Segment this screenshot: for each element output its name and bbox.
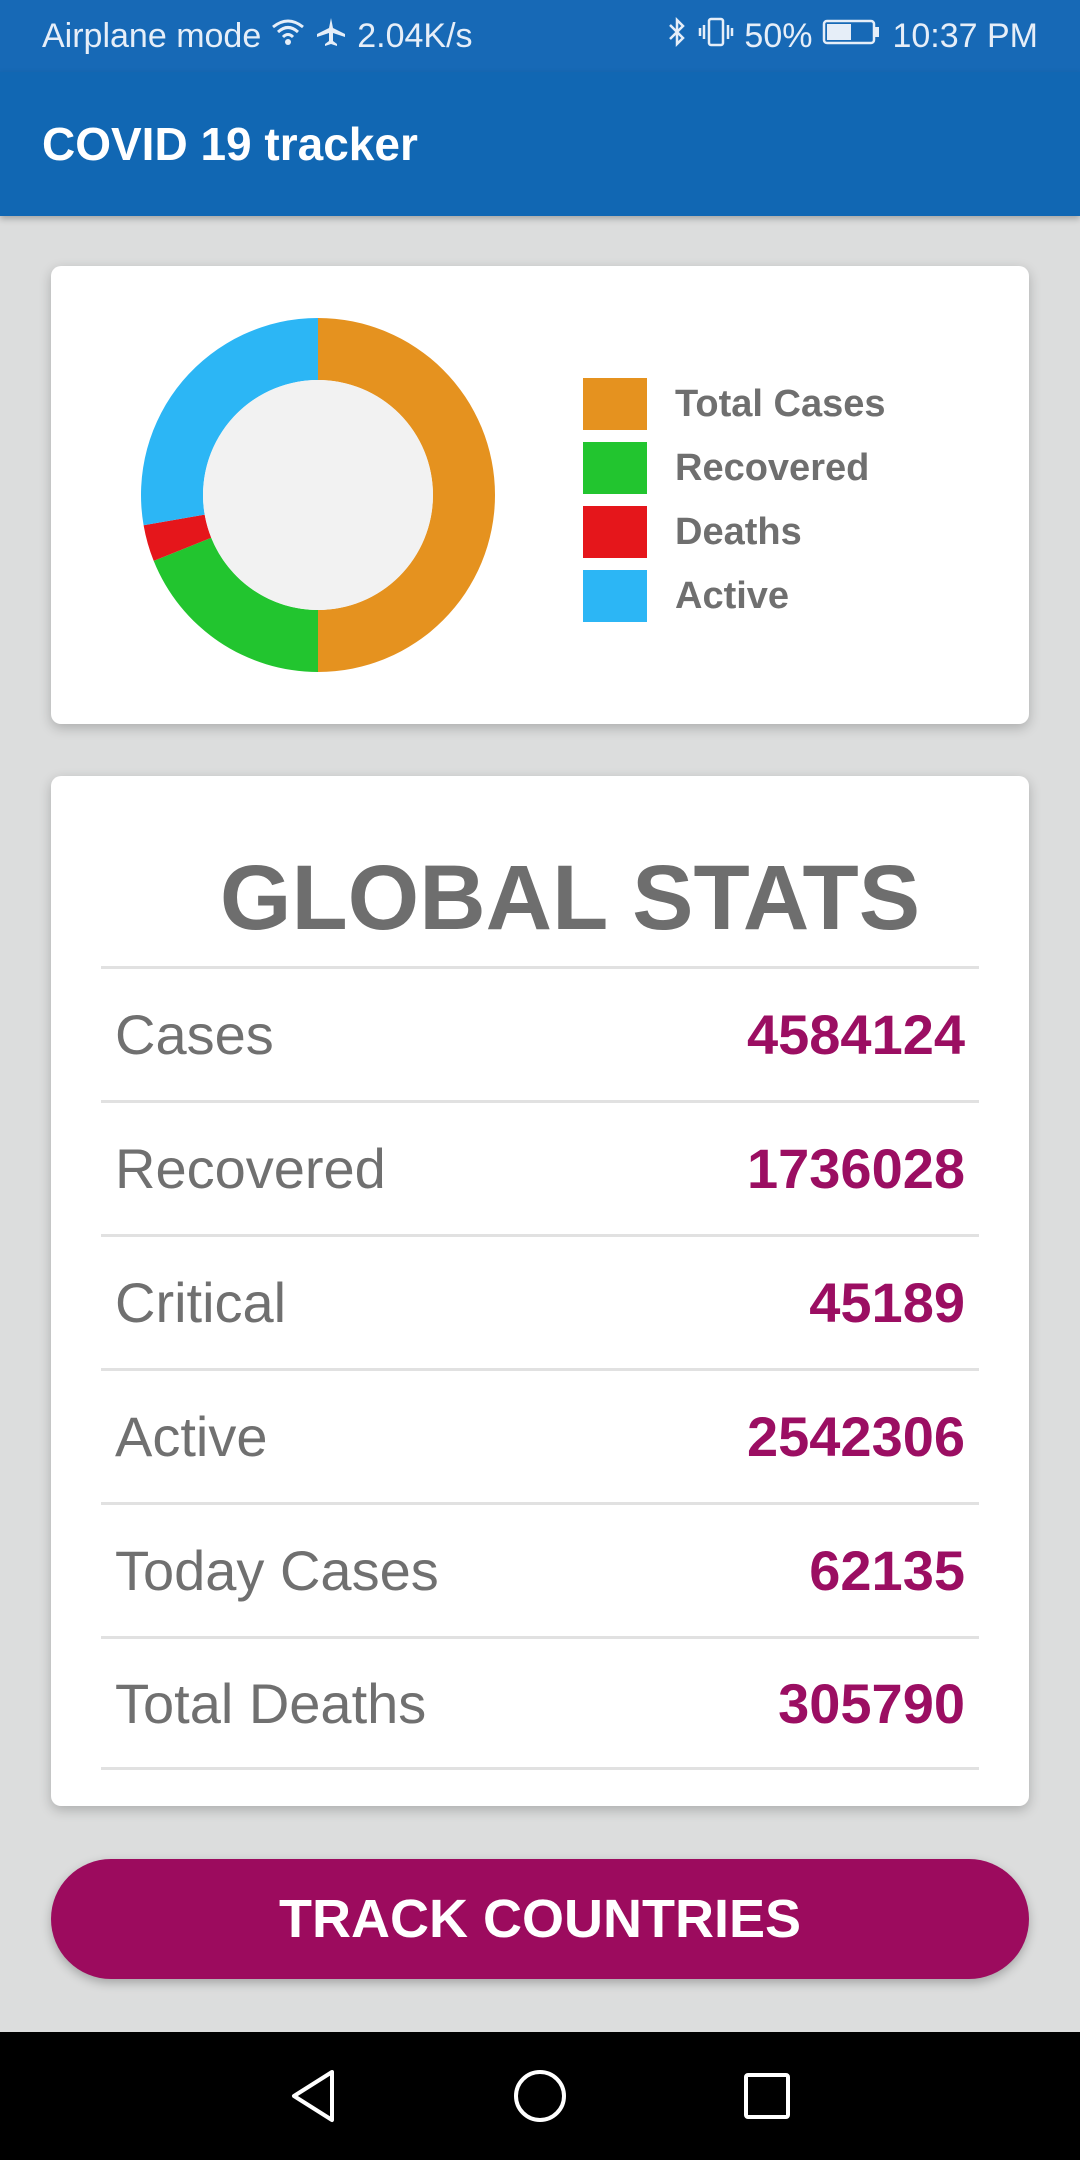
- home-icon[interactable]: [510, 2066, 570, 2126]
- stat-label: Critical: [115, 1271, 287, 1334]
- status-right: 50% 10:37 PM: [666, 16, 1038, 57]
- stat-label: Recovered: [115, 1137, 386, 1200]
- status-bar: Airplane mode 2.04K/s 50% 10:37 PM: [0, 0, 1080, 72]
- stat-label: Today Cases: [115, 1539, 439, 1602]
- legend-swatch: [583, 378, 647, 430]
- stat-label: Active: [115, 1405, 268, 1468]
- battery-percent: 50%: [744, 16, 813, 55]
- stat-label: Total Deaths: [115, 1671, 427, 1735]
- network-speed: 2.04K/s: [357, 16, 473, 55]
- legend-swatch: [583, 570, 647, 622]
- legend-label: Total Cases: [675, 382, 886, 425]
- wifi-icon: [271, 17, 305, 56]
- legend-item: Recovered: [583, 436, 885, 500]
- stat-value: 2542306: [746, 1405, 965, 1468]
- donut-hole: [203, 380, 433, 610]
- airplane-mode-text: Airplane mode: [42, 16, 262, 55]
- donut-chart: [141, 318, 495, 672]
- app-title: COVID 19 tracker: [42, 118, 418, 170]
- stat-value: 305790: [778, 1671, 965, 1735]
- chart-card: Total Cases Recovered Deaths Active: [51, 266, 1029, 724]
- legend-label: Deaths: [675, 510, 802, 553]
- legend-item: Active: [583, 564, 885, 628]
- stat-value: 4584124: [746, 1003, 965, 1066]
- stat-row: Critical 45189: [101, 1234, 979, 1368]
- navigation-bar: [0, 2032, 1080, 2160]
- stat-value: 1736028: [746, 1137, 965, 1200]
- legend-item: Deaths: [583, 500, 885, 564]
- global-stats-card: GLOBAL STATS Cases 4584124 Recovered 173602…: [51, 776, 1029, 1806]
- stats-title: GLOBAL STATS: [219, 847, 921, 949]
- vibrate-icon: [698, 16, 734, 57]
- app-bar: COVID 19 tracker: [0, 72, 1080, 216]
- stat-value: 62135: [809, 1539, 965, 1602]
- back-icon[interactable]: [283, 2066, 343, 2126]
- status-left: Airplane mode 2.04K/s: [42, 16, 473, 57]
- bluetooth-icon: [666, 16, 688, 57]
- stat-row: Recovered 1736028: [101, 1100, 979, 1234]
- stat-row: Today Cases 62135: [101, 1502, 979, 1636]
- stat-row: Active 2542306: [101, 1368, 979, 1502]
- stat-row: Cases 4584124: [101, 966, 979, 1100]
- legend-swatch: [583, 442, 647, 494]
- track-countries-button[interactable]: TRACK COUNTRIES: [51, 1859, 1029, 1979]
- battery-icon: [822, 16, 882, 57]
- stats-table: Cases 4584124 Recovered 1736028 Critical 4518…: [101, 966, 979, 1770]
- clock: 10:37 PM: [892, 16, 1038, 55]
- airplane-icon: [315, 16, 347, 57]
- stat-value: 45189: [809, 1271, 965, 1334]
- stat-label: Cases: [115, 1003, 274, 1066]
- legend-label: Recovered: [675, 446, 870, 489]
- legend-label: Active: [675, 574, 790, 617]
- legend-swatch: [583, 506, 647, 558]
- stat-row: Total Deaths 305790: [101, 1636, 979, 1770]
- legend-item: Total Cases: [583, 372, 885, 436]
- recents-icon[interactable]: [737, 2066, 797, 2126]
- chart-legend: Total Cases Recovered Deaths Active: [583, 372, 885, 628]
